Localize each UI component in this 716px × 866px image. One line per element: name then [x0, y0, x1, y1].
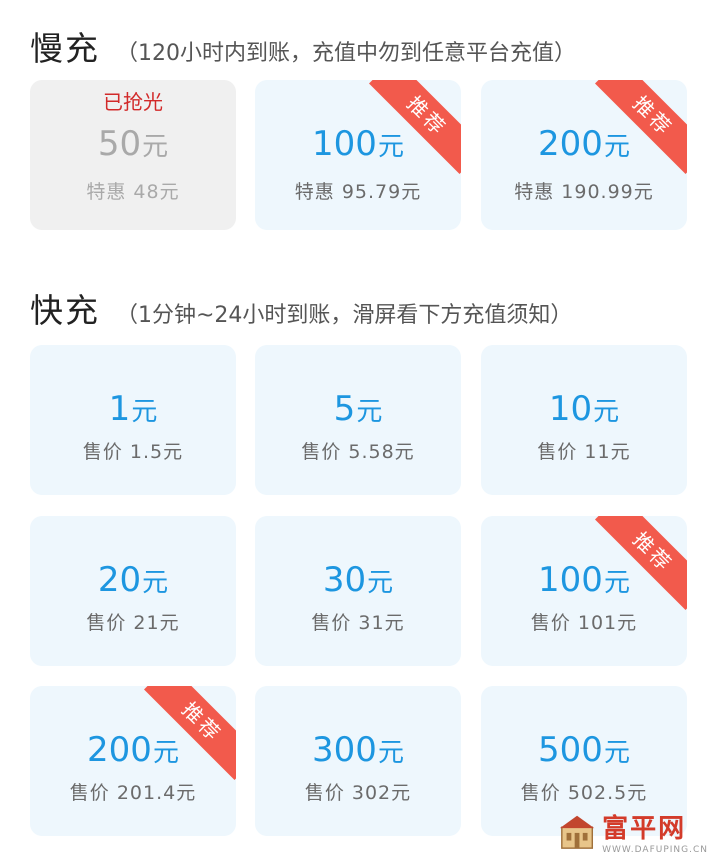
amount-value: 500 — [538, 730, 603, 770]
amount-value: 200 — [87, 730, 152, 770]
slow-card-100[interactable]: 推荐 100元 特惠 95.79元 — [255, 80, 461, 230]
site-watermark: 富平网 WWW.DAFUPING.CN — [558, 802, 708, 860]
amount-value: 10 — [548, 389, 593, 429]
amount-unit: 元 — [142, 132, 169, 162]
card-amount: 200元 — [30, 730, 236, 770]
watermark-title: 富平网 — [602, 813, 687, 844]
fast-card-100[interactable]: 推荐 100元 售价 101元 — [481, 516, 687, 666]
amount-unit: 元 — [603, 568, 630, 598]
card-amount: 200元 — [481, 124, 687, 164]
amount-value: 300 — [312, 730, 377, 770]
fast-card-300[interactable]: 300元 售价 302元 — [255, 686, 461, 836]
card-amount: 10元 — [481, 389, 687, 429]
slow-card-50: 已抢光 50元 特惠 48元 — [30, 80, 236, 230]
sold-out-badge: 已抢光 — [103, 90, 163, 114]
amount-unit: 元 — [131, 397, 158, 427]
amount-value: 50 — [97, 124, 142, 164]
amount-unit: 元 — [152, 738, 179, 768]
building-icon — [559, 815, 595, 849]
amount-value: 20 — [97, 560, 142, 600]
fast-card-200[interactable]: 推荐 200元 售价 201.4元 — [30, 686, 236, 836]
card-price: 特惠 48元 — [86, 181, 180, 203]
fast-card-20[interactable]: 20元 售价 21元 — [30, 516, 236, 666]
fast-card-10[interactable]: 10元 售价 11元 — [481, 345, 687, 495]
slow-charge-note: （120小时内到账，充值中勿到任意平台充值） — [116, 41, 576, 66]
card-price: 售价 302元 — [304, 782, 412, 804]
fast-card-30[interactable]: 30元 售价 31元 — [255, 516, 461, 666]
amount-value: 200 — [538, 124, 603, 164]
amount-value: 100 — [538, 560, 603, 600]
amount-value: 30 — [322, 560, 367, 600]
card-price: 售价 201.4元 — [69, 782, 197, 804]
slow-charge-header: 慢充 （120小时内到账，充值中勿到任意平台充值） — [30, 22, 576, 70]
slow-charge-title: 慢充 — [30, 29, 100, 68]
card-amount: 5元 — [255, 389, 461, 429]
card-amount: 1元 — [30, 389, 236, 429]
fast-charge-title: 快充 — [30, 291, 100, 330]
card-price: 特惠 95.79元 — [294, 181, 422, 203]
amount-unit: 元 — [603, 132, 630, 162]
slow-card-200[interactable]: 推荐 200元 特惠 190.99元 — [481, 80, 687, 230]
fast-card-1[interactable]: 1元 售价 1.5元 — [30, 345, 236, 495]
card-amount: 20元 — [30, 560, 236, 600]
card-price: 售价 502.5元 — [520, 782, 648, 804]
card-amount: 500元 — [481, 730, 687, 770]
card-price: 特惠 190.99元 — [514, 181, 654, 203]
amount-value: 1 — [108, 389, 131, 429]
card-price: 售价 21元 — [86, 612, 180, 634]
fast-card-5[interactable]: 5元 售价 5.58元 — [255, 345, 461, 495]
fast-charge-header: 快充 （1分钟~24小时到账，滑屏看下方充值须知） — [30, 284, 572, 332]
amount-unit: 元 — [356, 397, 383, 427]
card-price: 售价 101元 — [530, 612, 638, 634]
amount-unit: 元 — [367, 568, 394, 598]
amount-unit: 元 — [377, 132, 404, 162]
amount-unit: 元 — [377, 738, 404, 768]
fast-charge-note: （1分钟~24小时到账，滑屏看下方充值须知） — [116, 303, 573, 328]
watermark-text: 富平网 WWW.DAFUPING.CN — [602, 808, 708, 855]
amount-unit: 元 — [593, 397, 620, 427]
card-amount: 100元 — [481, 560, 687, 600]
card-amount: 30元 — [255, 560, 461, 600]
watermark-subtitle: WWW.DAFUPING.CN — [602, 844, 708, 855]
card-amount: 300元 — [255, 730, 461, 770]
card-price: 售价 5.58元 — [301, 441, 415, 463]
card-amount: 100元 — [255, 124, 461, 164]
card-amount: 50元 — [30, 124, 236, 164]
amount-value: 5 — [333, 389, 356, 429]
card-price: 售价 31元 — [311, 612, 405, 634]
amount-unit: 元 — [142, 568, 169, 598]
card-price: 售价 1.5元 — [82, 441, 184, 463]
amount-value: 100 — [312, 124, 377, 164]
amount-unit: 元 — [603, 738, 630, 768]
card-price: 售价 11元 — [537, 441, 631, 463]
